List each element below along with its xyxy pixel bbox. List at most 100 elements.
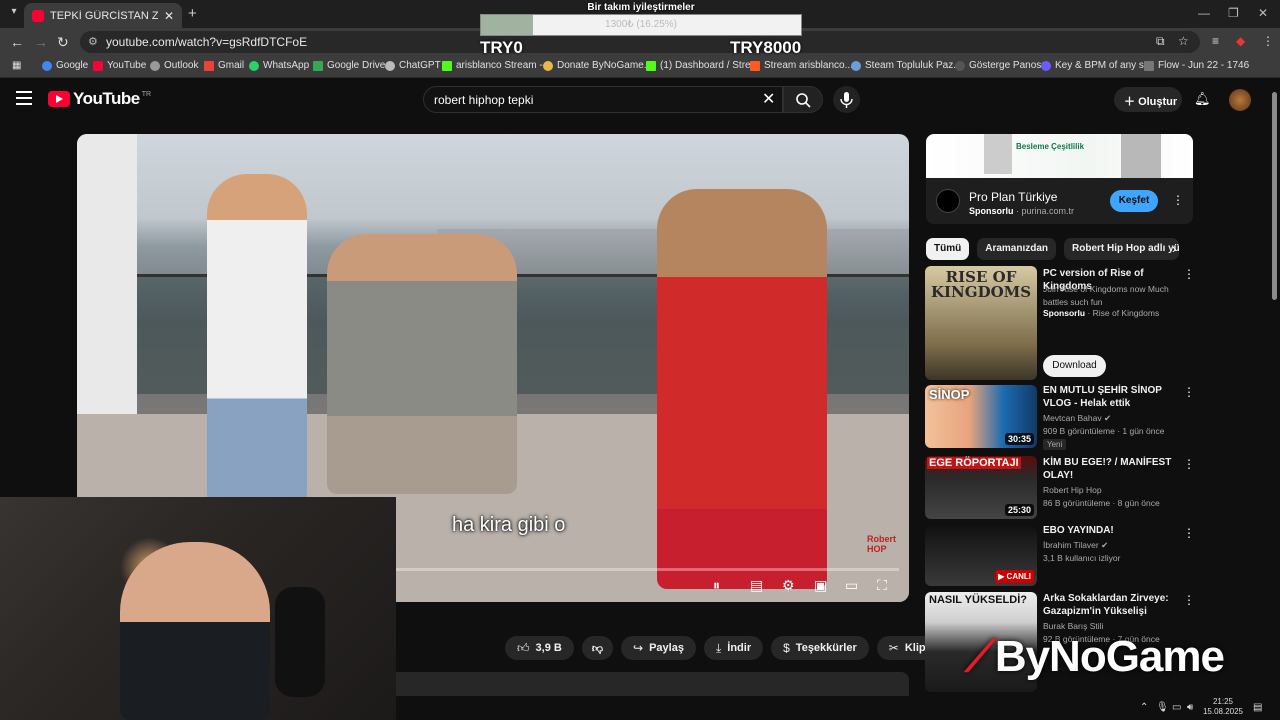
- channel-watermark[interactable]: Robert HOP: [867, 534, 909, 554]
- chip-channel-uploads[interactable]: Robert Hip Hop adlı yükl: [1064, 238, 1180, 260]
- extension-icon[interactable]: ◆: [1236, 34, 1245, 48]
- video-person-red-shirt: [657, 189, 827, 589]
- taskbar-clock[interactable]: 21:25 15.08.2025: [1198, 697, 1248, 717]
- thumbs-up-icon: 👍︎: [517, 640, 530, 655]
- donation-goal-progress-text: 1300₺ (16.25%): [605, 19, 677, 30]
- video-more-icon[interactable]: ⋮: [1183, 457, 1195, 471]
- bookmark-gmail[interactable]: Gmail: [204, 60, 244, 71]
- tray-mic-icon[interactable]: 🎙︎: [1156, 702, 1169, 713]
- streamer-webcam: [0, 497, 396, 720]
- video-more-icon[interactable]: ⋮: [1183, 526, 1195, 540]
- ad-title[interactable]: Pro Plan Türkiye: [969, 190, 1057, 204]
- install-icon[interactable]: ⧉: [1156, 34, 1165, 49]
- bookmark-dashboard[interactable]: (1) Dashboard / Stre...: [646, 60, 759, 71]
- bynogame-slash-icon: ⟋: [965, 632, 996, 681]
- page-scrollbar[interactable]: [1272, 92, 1277, 300]
- thumbnail-text: RISE OF KINGDOMS: [931, 268, 1032, 301]
- share-icon: ↪: [633, 641, 644, 655]
- dislike-button[interactable]: 👎︎: [581, 636, 614, 660]
- autoplay-toggle-icon[interactable]: ⏸︎: [713, 577, 720, 594]
- download-button[interactable]: ⤓ İndir: [703, 636, 764, 660]
- video-more-icon[interactable]: ⋮: [1183, 385, 1195, 399]
- video-title[interactable]: EBO YAYINDA!: [1043, 524, 1179, 537]
- tray-volume-icon[interactable]: 🔊︎: [1187, 702, 1193, 713]
- bookmark-donate-bynogame[interactable]: Donate ByNoGame...: [543, 60, 652, 71]
- create-button[interactable]: ＋ Oluştur: [1114, 87, 1182, 112]
- browser-tab-active[interactable]: TEPKİ GÜRCİSTAN ZİYARETİ (yu... ✕: [24, 3, 182, 28]
- close-tab-icon[interactable]: ✕: [164, 9, 174, 23]
- account-avatar[interactable]: [1229, 89, 1251, 111]
- donation-goal-bar: 1300₺ (16.25%): [480, 14, 802, 36]
- notifications-bell-icon[interactable]: 🔔︎: [1194, 91, 1211, 107]
- bookmark-stream-arisblanco[interactable]: Stream arisblanco...: [750, 60, 853, 71]
- bookmark-kick-stream[interactable]: arisblanco Stream -...: [442, 60, 551, 71]
- reload-icon[interactable]: ↻: [57, 34, 69, 51]
- theater-mode-icon[interactable]: ▭: [845, 577, 858, 594]
- apps-icon[interactable]: ▦: [12, 60, 21, 71]
- ad-banner-image[interactable]: Besleme Çeşitlilik: [926, 134, 1193, 178]
- bookmark-whatsapp[interactable]: WhatsApp: [249, 60, 309, 71]
- video-more-icon[interactable]: ⋮: [1183, 267, 1195, 281]
- tab-search-icon[interactable]: ▾: [6, 6, 22, 22]
- video-subtitle: ha kira gibi o: [452, 514, 566, 536]
- video-title[interactable]: Arka Sokaklardan Zirveye: Gazapizm'in Yü…: [1043, 592, 1179, 618]
- video-channel[interactable]: Mevtcan Bahav ✔︎: [1043, 412, 1111, 425]
- search-button[interactable]: [783, 86, 823, 113]
- chevron-right-icon[interactable]: ›: [1172, 241, 1176, 256]
- restore-icon[interactable]: ❐: [1228, 6, 1239, 20]
- browser-menu-icon[interactable]: ⋮: [1262, 34, 1274, 48]
- bookmark-steam[interactable]: Steam Topluluk Paz...: [851, 60, 962, 71]
- close-window-icon[interactable]: ✕: [1258, 6, 1268, 20]
- download-ad-button[interactable]: Download: [1043, 355, 1106, 377]
- share-button[interactable]: ↪ Paylaş: [621, 636, 696, 660]
- video-more-icon[interactable]: ⋮: [1183, 593, 1195, 607]
- bookmark-google[interactable]: Google: [42, 60, 88, 71]
- subtitles-icon[interactable]: ▤: [750, 577, 763, 594]
- tray-network-icon[interactable]: ▭: [1172, 702, 1181, 713]
- notification-center-icon[interactable]: ▤: [1253, 702, 1262, 713]
- video-title[interactable]: KİM BU EGE!? / MANİFEST OLAY!: [1043, 456, 1179, 482]
- bookmark-chatgpt[interactable]: ChatGPT: [385, 60, 441, 71]
- video-meta: 86 B görüntüleme · 8 gün önce: [1043, 498, 1160, 508]
- bookmark-flow[interactable]: Flow - Jun 22 - 1746: [1144, 60, 1249, 71]
- chip-all[interactable]: Tümü: [926, 238, 970, 260]
- video-progress-bar[interactable]: [395, 568, 899, 571]
- video-thumbnail[interactable]: ▶ CANLI: [925, 526, 1037, 586]
- webcam-microphone: [275, 587, 325, 697]
- thanks-button[interactable]: $ Teşekkürler: [771, 636, 869, 660]
- tray-expand-icon[interactable]: ⌃: [1140, 702, 1148, 713]
- ad-advertiser-logo[interactable]: [936, 189, 960, 213]
- miniplayer-icon[interactable]: ▣: [814, 577, 827, 594]
- video-channel[interactable]: İbrahim Tilaver ✔︎: [1043, 539, 1108, 552]
- scissors-icon: ✂: [888, 641, 899, 655]
- bookmark-outlook[interactable]: Outlook: [150, 60, 198, 71]
- bookmark-star-icon[interactable]: ☆: [1178, 34, 1189, 48]
- like-button[interactable]: 👍︎ 3,9 B: [505, 636, 574, 660]
- search-input[interactable]: robert hiphop tepki: [423, 86, 783, 113]
- settings-gear-icon[interactable]: ⚙: [782, 577, 795, 594]
- new-tab-icon[interactable]: +: [188, 5, 197, 22]
- guide-menu-icon[interactable]: [16, 91, 32, 105]
- video-thumbnail[interactable]: RISE OF KINGDOMS: [925, 266, 1037, 380]
- bookmark-dashboard-panel[interactable]: Gösterge Panosu: [955, 60, 1047, 71]
- youtube-logo[interactable]: YouTube TR: [48, 89, 151, 109]
- ad-cta-button[interactable]: Keşfet: [1110, 190, 1158, 212]
- media-icon[interactable]: ≡: [1212, 34, 1219, 48]
- bookmark-key-bpm[interactable]: Key & BPM of any s...: [1041, 60, 1152, 71]
- bookmark-youtube[interactable]: YouTube: [93, 60, 146, 71]
- forward-icon[interactable]: →: [34, 34, 48, 50]
- clear-search-icon[interactable]: ✕: [762, 89, 775, 109]
- ad-more-icon[interactable]: ⋮: [1172, 193, 1184, 207]
- video-thumbnail[interactable]: EGE RÖPORTAJI 25:30: [925, 456, 1037, 519]
- video-thumbnail[interactable]: SİNOP 30:35: [925, 385, 1037, 448]
- voice-search-button[interactable]: [833, 86, 860, 113]
- site-info-icon[interactable]: ⚙: [88, 35, 98, 48]
- minimize-icon[interactable]: —: [1198, 6, 1210, 20]
- bookmark-google-drive[interactable]: Google Drive: [313, 60, 385, 71]
- description-box[interactable]: [396, 672, 909, 696]
- back-icon[interactable]: ←: [10, 34, 24, 50]
- fullscreen-icon[interactable]: ⛶: [877, 577, 887, 594]
- video-channel[interactable]: Robert Hip Hop: [1043, 484, 1102, 497]
- chip-from-search[interactable]: Aramanızdan: [977, 238, 1057, 260]
- video-title[interactable]: EN MUTLU ŞEHİR SİNOP VLOG - Helak ettik: [1043, 384, 1179, 410]
